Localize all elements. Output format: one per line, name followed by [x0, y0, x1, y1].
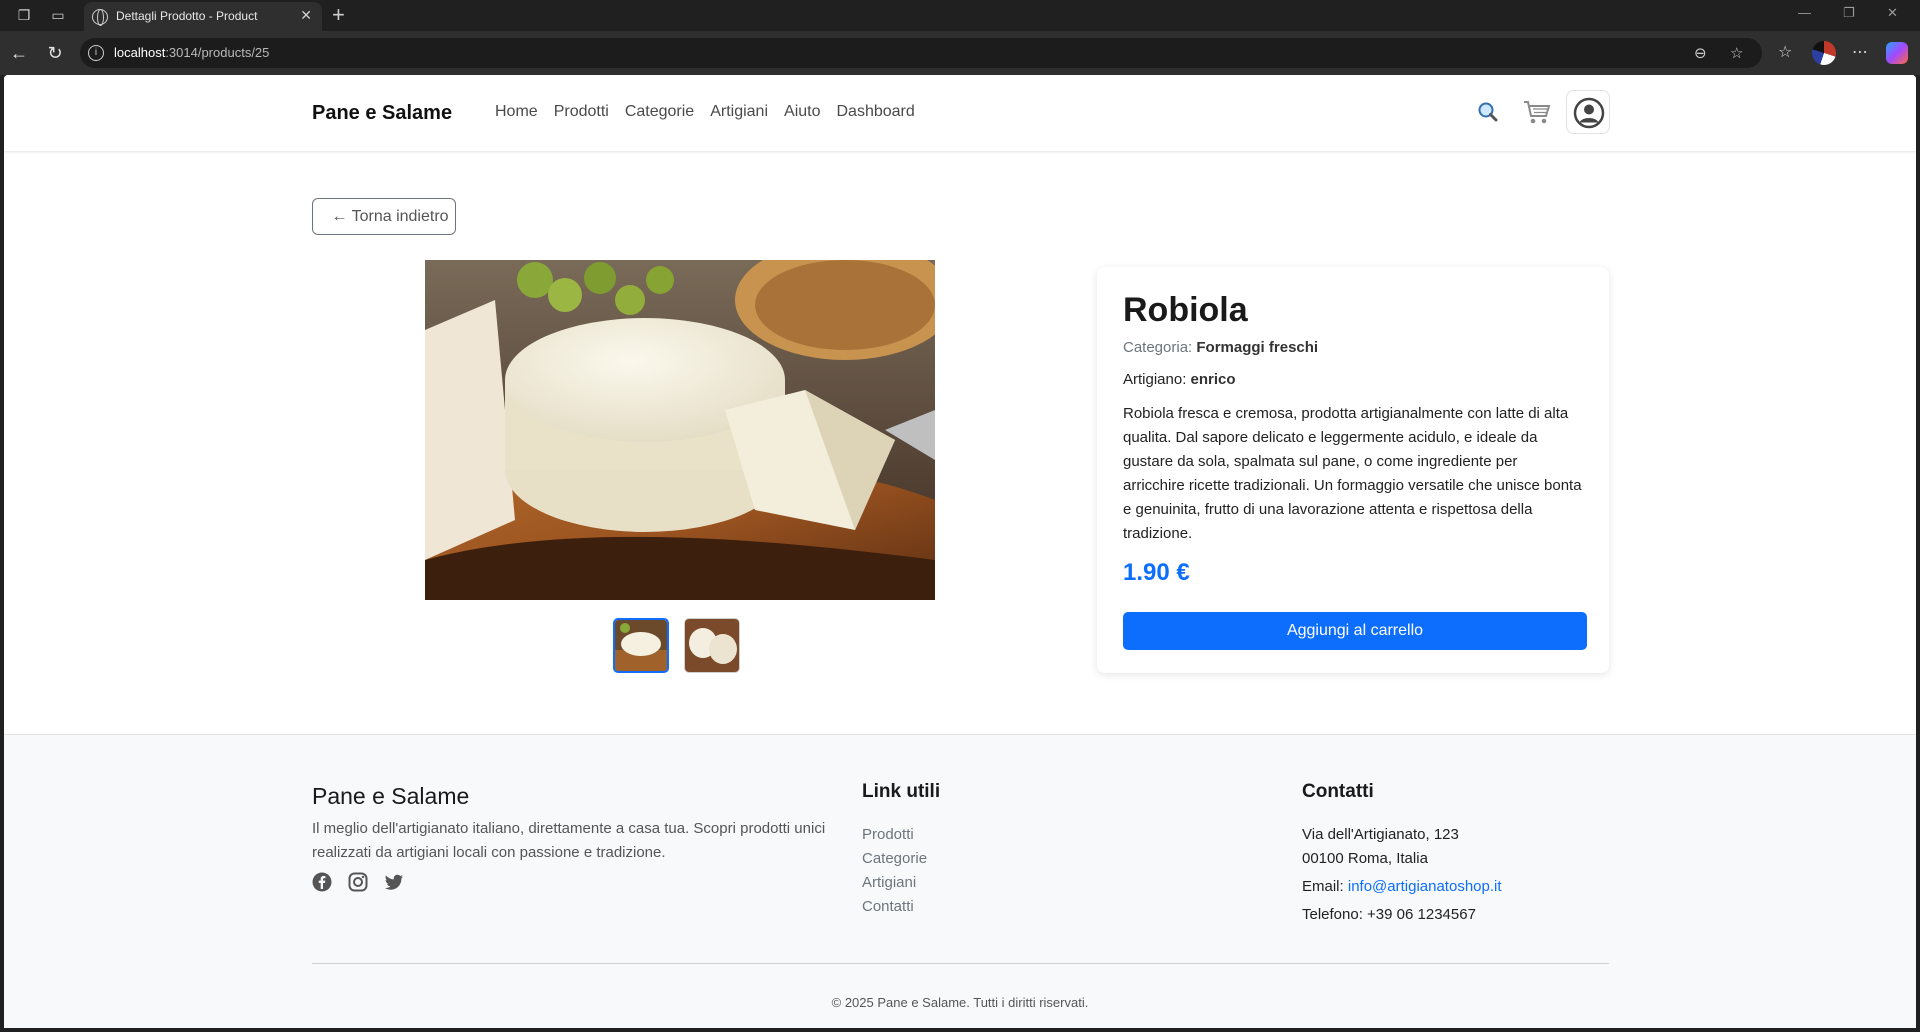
product-category: Categoria: Formaggi freschi: [1123, 339, 1318, 356]
facebook-icon[interactable]: [312, 872, 332, 892]
menu-aiuto[interactable]: Aiuto: [784, 103, 820, 121]
url-path: :3014/products/25: [165, 45, 270, 60]
footer-link-contatti[interactable]: Contatti: [862, 895, 927, 919]
thumbnail-1[interactable]: [613, 618, 669, 673]
product-info-card: Robiola Categoria: Formaggi freschi Arti…: [1097, 267, 1609, 673]
menu-home[interactable]: Home: [495, 103, 538, 121]
footer-divider: [312, 963, 1609, 964]
minimize-icon[interactable]: —: [1798, 5, 1811, 20]
footer-link-prodotti[interactable]: Prodotti: [862, 823, 927, 847]
reader-icon[interactable]: ⊖: [1694, 44, 1707, 62]
close-window-icon[interactable]: ✕: [1887, 5, 1898, 21]
product-title: Robiola: [1123, 291, 1248, 329]
restore-icon[interactable]: ❐: [1843, 5, 1855, 21]
category-value: Formaggi freschi: [1196, 339, 1319, 356]
category-label: Categoria:: [1123, 339, 1193, 356]
menu-prodotti[interactable]: Prodotti: [554, 103, 609, 121]
site-footer: Pane e Salame Il meglio dell'artigianato…: [4, 734, 1916, 1028]
site-info-icon[interactable]: i: [88, 45, 104, 61]
close-tab-icon[interactable]: ✕: [300, 7, 312, 24]
menu-categorie[interactable]: Categorie: [625, 103, 694, 121]
user-menu-button[interactable]: [1566, 90, 1610, 134]
email-label: Email:: [1302, 878, 1344, 895]
favorite-star-icon[interactable]: ☆: [1730, 44, 1743, 62]
copilot-icon[interactable]: [1886, 42, 1908, 64]
main-menu: Home Prodotti Categorie Artigiani Aiuto …: [495, 103, 931, 121]
more-menu-icon[interactable]: ⋯: [1852, 42, 1868, 62]
product-main-image: [425, 260, 935, 600]
footer-link-artigiani[interactable]: Artigiani: [862, 871, 927, 895]
back-arrow-icon[interactable]: ←: [7, 41, 31, 65]
url-field[interactable]: i localhost:3014/products/25 ⊖ ☆: [80, 38, 1762, 68]
add-to-cart-button[interactable]: Aggiungi al carrello: [1123, 612, 1587, 650]
menu-artigiani[interactable]: Artigiani: [710, 103, 768, 121]
email-row: Email: info@artigianatoshop.it: [1302, 875, 1502, 899]
address-line-2: 00100 Roma, Italia: [1302, 850, 1428, 867]
profile-avatar[interactable]: [1812, 41, 1836, 65]
workspaces-icon[interactable]: ❐: [14, 5, 34, 25]
product-description: Robiola fresca e cremosa, prodotta artig…: [1123, 405, 1582, 542]
footer-links: Prodotti Categorie Artigiani Contatti: [862, 823, 927, 919]
cart-icon[interactable]: [1522, 98, 1552, 126]
tab-actions-icon[interactable]: ▭: [48, 5, 68, 25]
url-host: localhost: [114, 45, 166, 60]
twitter-icon[interactable]: [384, 872, 404, 892]
instagram-icon[interactable]: [348, 872, 368, 892]
artisan-value: enrico: [1190, 371, 1236, 388]
footer-contact: Via dell'Artigianato, 123 00100 Roma, It…: [1302, 823, 1502, 927]
artisan-label: Artigiano:: [1123, 371, 1187, 388]
globe-icon: [92, 9, 108, 26]
search-icon[interactable]: [1477, 101, 1499, 123]
product-artisan: Artigiano: enrico: [1123, 371, 1236, 388]
new-tab-button[interactable]: +: [332, 2, 345, 28]
address-bar-row: ← ↻ i localhost:3014/products/25 ⊖ ☆ ☆ ⋯: [0, 31, 1920, 75]
footer-brand: Pane e Salame: [312, 783, 470, 809]
browser-tab[interactable]: Dettagli Prodotto - Product ✕: [84, 2, 322, 31]
footer-contact-title: Contatti: [1302, 781, 1374, 802]
copyright: © 2025 Pane e Salame. Tutti i diritti ri…: [831, 995, 1089, 1010]
footer-link-categorie[interactable]: Categorie: [862, 847, 927, 871]
address-line-1: Via dell'Artigianato, 123: [1302, 826, 1459, 843]
reload-icon[interactable]: ↻: [43, 41, 67, 65]
email-link[interactable]: info@artigianatoshop.it: [1348, 878, 1502, 895]
footer-links-title: Link utili: [862, 781, 941, 802]
product-price: 1.90 €: [1123, 559, 1190, 586]
page-viewport: Pane e Salame Home Prodotti Categorie Ar…: [4, 75, 1916, 1028]
url-text: localhost:3014/products/25: [114, 45, 269, 60]
tab-title: Dettagli Prodotto - Product: [116, 9, 258, 23]
favorites-icon[interactable]: ☆: [1778, 42, 1792, 62]
thumbnail-2[interactable]: [684, 618, 740, 673]
site-brand[interactable]: Pane e Salame: [312, 102, 452, 125]
footer-about: Il meglio dell'artigianato italiano, dir…: [312, 820, 826, 861]
back-button[interactable]: ← Torna indietro: [312, 198, 456, 235]
menu-dashboard[interactable]: Dashboard: [836, 103, 914, 121]
site-navbar: Pane e Salame Home Prodotti Categorie Ar…: [4, 75, 1916, 151]
user-icon: [1573, 97, 1605, 129]
phone: Telefono: +39 06 1234567: [1302, 906, 1476, 923]
browser-tab-bar: ❐ ▭ Dettagli Prodotto - Product ✕ + — ❐ …: [0, 0, 1920, 31]
